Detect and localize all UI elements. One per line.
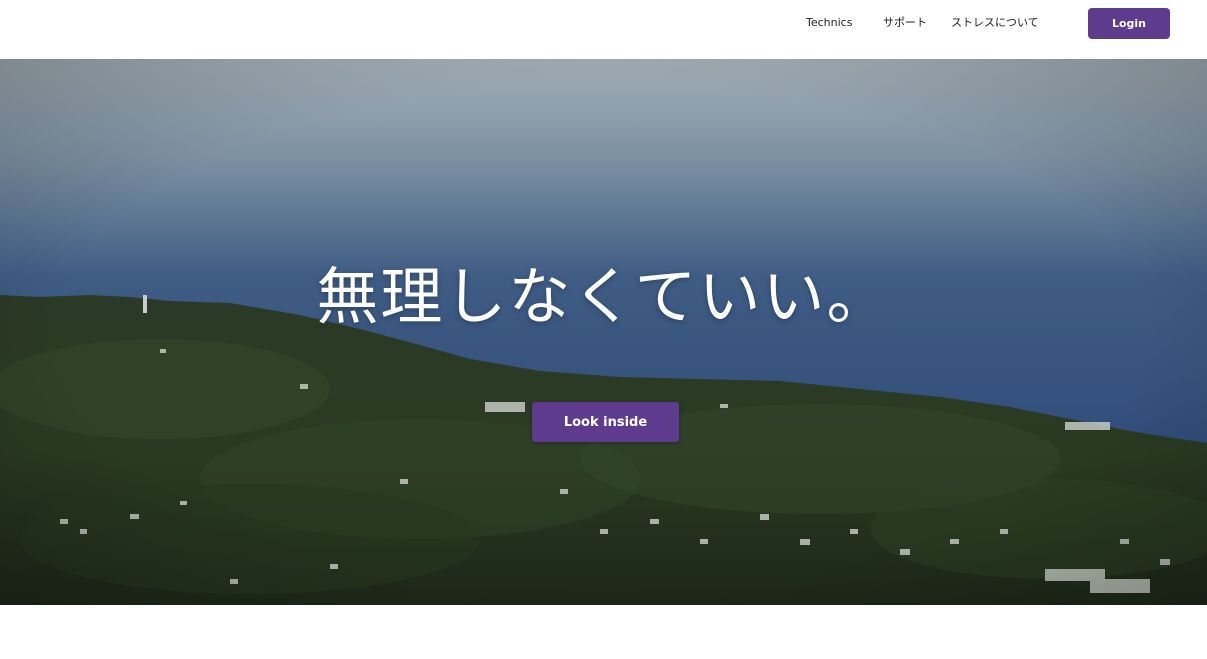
page: Technics サポート ストレスについて Login 無理しなくていい。 L… bbox=[0, 0, 1207, 659]
nav-link-technics[interactable]: Technics bbox=[806, 15, 852, 31]
login-button[interactable]: Login bbox=[1088, 8, 1170, 39]
nav-link-support[interactable]: サポート bbox=[883, 15, 927, 31]
nav-link-about-stress[interactable]: ストレスについて bbox=[951, 15, 1039, 31]
top-nav-bar: Technics サポート ストレスについて Login bbox=[0, 0, 1207, 59]
content-spacer bbox=[0, 605, 1207, 659]
hero-title: 無理しなくていい。 bbox=[316, 260, 891, 333]
look-inside-button[interactable]: Look inside bbox=[532, 402, 679, 442]
hero-banner: 無理しなくていい。 Look inside bbox=[0, 59, 1207, 605]
